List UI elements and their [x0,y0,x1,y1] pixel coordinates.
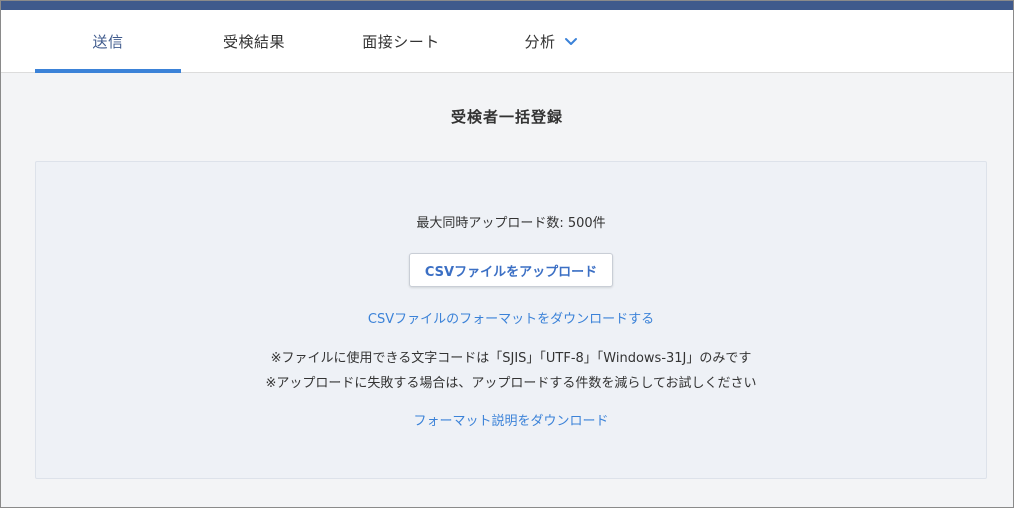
tab-bar: 送信 受検結果 面接シート 分析 [1,10,1013,73]
top-accent-bar [1,1,1013,10]
csv-format-download-link[interactable]: CSVファイルのフォーマットをダウンロードする [368,312,654,327]
failure-note: ※アップロードに失敗する場合は、アップロードする件数を減らしてお試しください [265,376,757,391]
encoding-note: ※ファイルに使用できる文字コードは「SJIS」「UTF-8」「Windows-3… [270,351,752,366]
tab-interview-sheet-label: 面接シート [362,33,440,51]
format-description-download-link[interactable]: フォーマット説明をダウンロード [413,414,608,429]
tab-send-label: 送信 [92,33,124,51]
upload-panel: 最大同時アップロード数: 500件 CSVファイルをアップロード CSVファイル… [35,161,987,479]
tab-analysis-label: 分析 [524,33,556,51]
max-upload-text: 最大同時アップロード数: 500件 [416,216,606,231]
tab-exam-results-label: 受検結果 [222,33,285,51]
csv-upload-button[interactable]: CSVファイルをアップロード [409,253,613,287]
app-window: 送信 受検結果 面接シート 分析 受検者一括登録 最大同時アップロード数: 50… [0,0,1014,508]
format-download-row: CSVファイルのフォーマットをダウンロードする [36,308,986,327]
tab-interview-sheet[interactable]: 面接シート [331,10,471,73]
active-tab-indicator [35,69,181,73]
page-title: 受検者一括登録 [450,108,563,126]
description-download-row: フォーマット説明をダウンロード [36,410,986,429]
tab-exam-results[interactable]: 受検結果 [191,10,317,73]
tab-send[interactable]: 送信 [35,10,181,73]
chevron-down-icon [564,37,578,47]
tab-analysis[interactable]: 分析 [491,10,611,73]
